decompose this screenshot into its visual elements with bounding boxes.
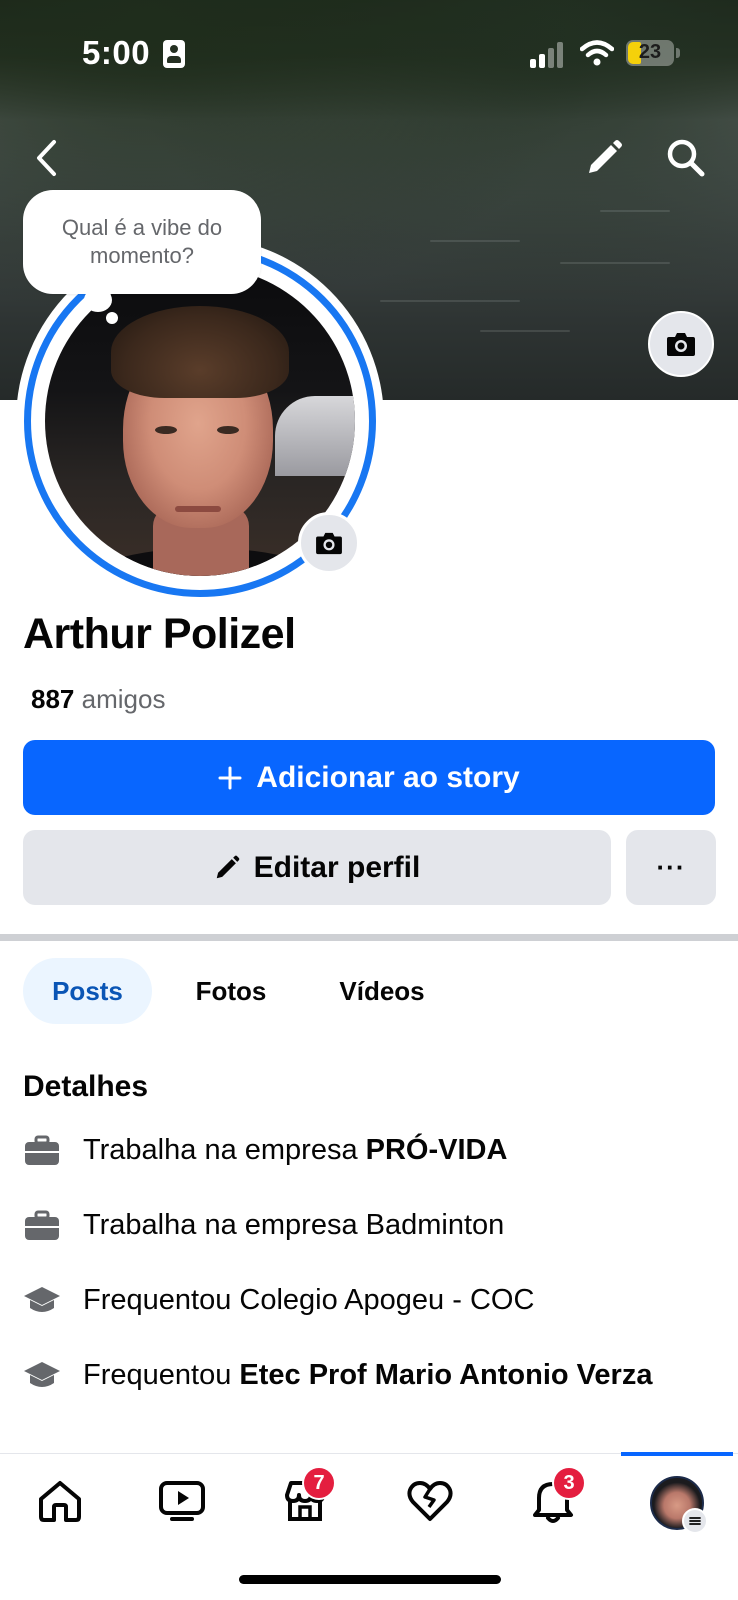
detail-item[interactable]: Frequentou Etec Prof Mario Antonio Verza: [23, 1357, 713, 1395]
detail-item[interactable]: Trabalha na empresa Badminton: [23, 1207, 713, 1245]
battery-level: 23: [638, 41, 662, 63]
signal-icon: [530, 42, 566, 68]
profile-name: Arthur Polizel: [23, 610, 296, 658]
edit-profile-label: Editar perfil: [253, 850, 421, 884]
search-icon: [667, 139, 705, 177]
wifi-icon: [580, 40, 614, 66]
graduation-cap-icon: [23, 1357, 61, 1395]
menu-icon: [682, 1508, 708, 1534]
graduation-cap-icon: [23, 1282, 61, 1320]
details-heading: Detalhes: [23, 1070, 149, 1103]
detail-item[interactable]: Frequentou Colegio Apogeu - COC: [23, 1282, 713, 1320]
edit-profile-button[interactable]: Editar perfil: [23, 830, 611, 905]
nav-home[interactable]: [25, 1470, 95, 1532]
nav-dating[interactable]: [395, 1470, 465, 1532]
detail-prefix: Frequentou: [83, 1359, 240, 1391]
profile-camera-button[interactable]: [298, 512, 360, 574]
friends-count[interactable]: 887 amigos: [31, 684, 165, 715]
friends-number: 887: [31, 684, 75, 714]
notifications-badge: 3: [552, 1466, 586, 1500]
back-button[interactable]: [26, 136, 66, 180]
detail-prefix: Trabalha na empresa Badminton: [83, 1209, 505, 1241]
tab-videos[interactable]: Vídeos: [322, 958, 442, 1024]
active-tab-indicator: [621, 1452, 733, 1456]
battery-indicator: 23: [626, 40, 674, 66]
search-button[interactable]: [664, 136, 708, 180]
pencil-icon: [216, 855, 239, 878]
camera-icon: [316, 532, 342, 555]
nav-video[interactable]: [147, 1470, 217, 1532]
detail-item[interactable]: Trabalha na empresa PRÓ-VIDA: [23, 1132, 713, 1170]
detail-prefix: Trabalha na empresa: [83, 1134, 366, 1166]
plus-icon: [218, 766, 242, 789]
tab-fotos[interactable]: Fotos: [175, 958, 287, 1024]
cover-camera-button[interactable]: [648, 311, 714, 377]
heart-icon: [407, 1481, 453, 1521]
edit-cover-button[interactable]: [582, 136, 626, 180]
marketplace-badge: 7: [302, 1466, 336, 1500]
tab-posts[interactable]: Posts: [23, 958, 152, 1024]
status-prompt-bubble[interactable]: Qual é a vibe do momento?: [23, 190, 261, 294]
more-options-button[interactable]: ···: [626, 830, 716, 905]
section-divider: [0, 934, 738, 941]
detail-prefix: Frequentou Colegio Apogeu - COC: [83, 1284, 535, 1316]
briefcase-icon: [23, 1132, 61, 1170]
home-icon: [39, 1481, 81, 1522]
more-icon: ···: [656, 852, 686, 882]
friends-label: amigos: [81, 684, 166, 714]
pencil-icon: [589, 140, 622, 173]
add-to-story-button[interactable]: Adicionar ao story: [23, 740, 715, 815]
id-card-icon: [163, 40, 185, 68]
add-to-story-label: Adicionar ao story: [256, 760, 520, 794]
video-icon: [159, 1481, 205, 1521]
chevron-left-icon: [37, 140, 56, 176]
briefcase-icon: [23, 1207, 61, 1245]
camera-icon: [667, 333, 695, 356]
detail-bold[interactable]: PRÓ-VIDA: [366, 1134, 508, 1166]
home-indicator[interactable]: [239, 1575, 501, 1584]
status-time: 5:00: [82, 34, 151, 71]
detail-bold[interactable]: Etec Prof Mario Antonio Verza: [239, 1359, 652, 1391]
